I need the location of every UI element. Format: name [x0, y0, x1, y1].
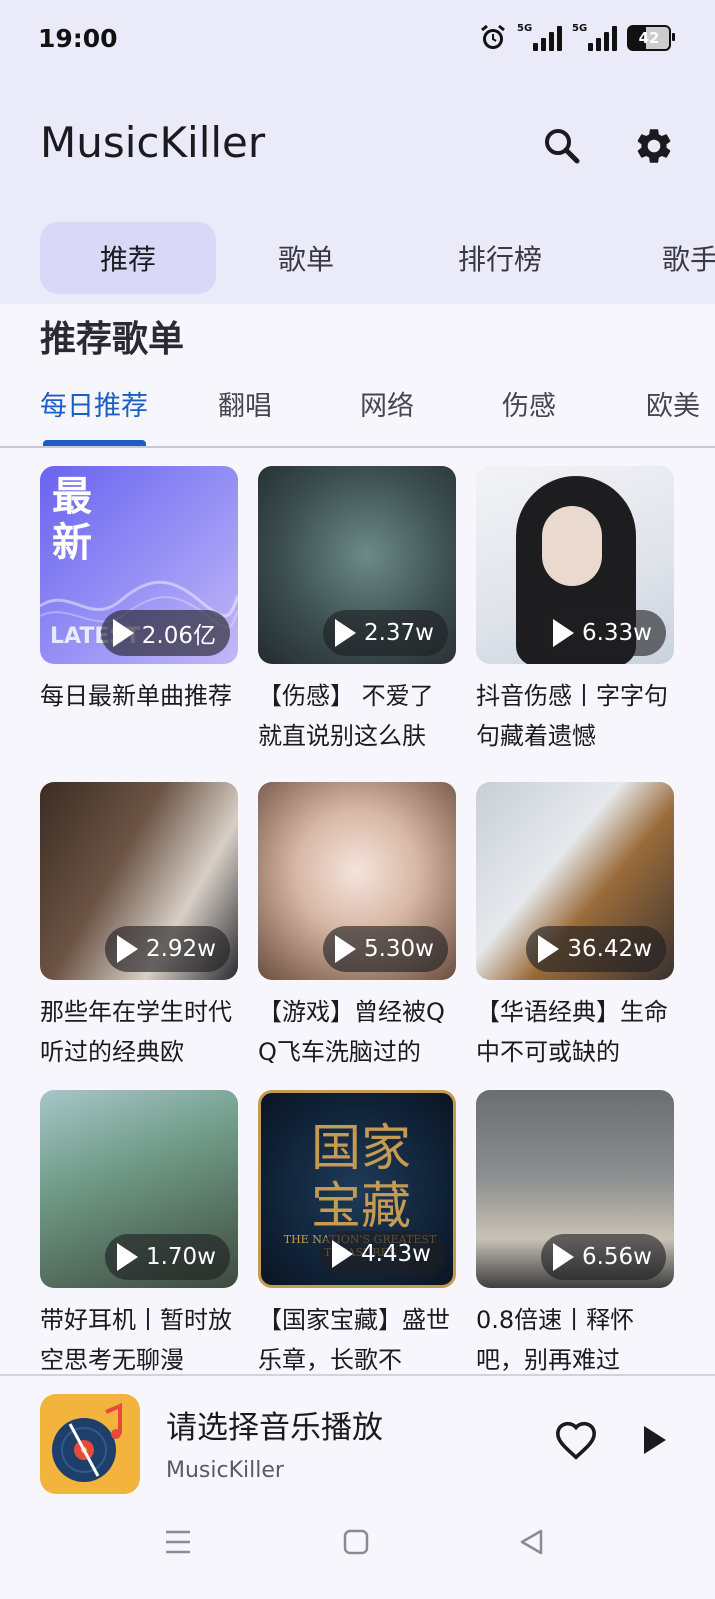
- subtab-divider: [0, 446, 715, 448]
- home-square-icon: [343, 1529, 369, 1555]
- playlist-cover: 6.56w: [476, 1090, 674, 1288]
- player-title: 请选择音乐播放: [166, 1410, 383, 1446]
- playlist-card[interactable]: 5.30w 【游戏】曾经被QQ飞车洗脑过的: [258, 782, 456, 1072]
- system-nav-bar: [0, 1500, 715, 1599]
- recent-apps-button[interactable]: [162, 1526, 194, 1558]
- status-icons: 5G 5G 42: [479, 23, 675, 52]
- playlist-cover: 1.70w: [40, 1090, 238, 1288]
- cellular-signal-1-icon: 5G: [517, 23, 562, 51]
- play-count: 36.42w: [567, 936, 652, 962]
- playlist-card[interactable]: 36.42w 【华语经典】生命中不可或缺的: [476, 782, 674, 1072]
- gear-icon: [637, 129, 671, 163]
- play-count: 1.70w: [145, 1244, 216, 1270]
- settings-button[interactable]: [628, 120, 680, 172]
- play-count-badge: 1.70w: [104, 1234, 230, 1280]
- play-count-badge: 6.56w: [540, 1234, 666, 1280]
- search-icon: [545, 129, 580, 164]
- battery-level: 42: [638, 29, 660, 47]
- playlist-title: 0.8倍速丨释怀吧，别再难过: [476, 1306, 635, 1374]
- home-button[interactable]: [340, 1526, 372, 1558]
- top-tabs: 推荐 歌单 排行榜 歌手: [0, 214, 715, 304]
- play-icon: [334, 619, 356, 647]
- playlist-title: 【伤感】 不爱了就直说别这么肤: [258, 682, 434, 750]
- subtab-sad[interactable]: 伤感: [502, 384, 556, 423]
- app-bar: MusicKiller: [0, 84, 715, 214]
- playlist-cover: 6.33w: [476, 466, 674, 664]
- subtab-cover[interactable]: 翻唱: [218, 384, 272, 423]
- playlist-title: 【游戏】曾经被QQ飞车洗脑过的: [258, 998, 445, 1066]
- playlist-title: 带好耳机丨暂时放空思考无聊漫: [40, 1306, 232, 1374]
- play-count: 2.92w: [145, 936, 216, 962]
- playlist-card[interactable]: 2.37w 【伤感】 不爱了就直说别这么肤: [258, 466, 456, 756]
- playlist-card[interactable]: 6.56w 0.8倍速丨释怀吧，别再难过: [476, 1090, 674, 1380]
- status-bar: 19:00 5G 5G 42: [0, 0, 715, 84]
- tab-playlists[interactable]: 歌单: [234, 222, 378, 294]
- player-artwork[interactable]: [40, 1394, 140, 1494]
- play-icon: [552, 619, 574, 647]
- play-count-badge: 2.06亿: [100, 610, 230, 656]
- playlist-card[interactable]: 国家宝藏 THE NATION'S GREATEST TREASURES 4.4…: [258, 1090, 456, 1380]
- play-count-badge: 36.42w: [526, 926, 666, 972]
- play-button[interactable]: [626, 1412, 682, 1468]
- subtab-daily[interactable]: 每日推荐: [40, 384, 148, 423]
- alarm-icon: [481, 24, 505, 49]
- playlist-cover: 最新 LATEST 2.06亿: [40, 466, 238, 664]
- section-title: 推荐歌单: [40, 319, 185, 360]
- play-icon: [538, 935, 560, 963]
- menu-icon: [166, 1530, 190, 1554]
- cover-label: 国家宝藏: [311, 1119, 411, 1235]
- sub-tabs: 每日推荐 翻唱 网络 伤感 欧美: [0, 376, 715, 446]
- play-count: 6.33w: [581, 620, 652, 646]
- subtab-network[interactable]: 网络: [360, 384, 414, 423]
- play-icon: [116, 935, 138, 963]
- back-triangle-icon: [520, 1529, 543, 1555]
- playlist-title: 那些年在学生时代听过的经典欧: [40, 998, 232, 1066]
- playlist-cover: 2.92w: [40, 782, 238, 980]
- heart-icon: [555, 1421, 597, 1460]
- vinyl-record-icon: [52, 1402, 122, 1482]
- subtab-western[interactable]: 欧美: [646, 384, 700, 423]
- playlist-card[interactable]: 最新 LATEST 2.06亿 每日最新单曲推荐: [40, 466, 238, 756]
- playlist-cover: 国家宝藏 THE NATION'S GREATEST TREASURES 4.4…: [258, 1090, 456, 1288]
- playlist-card[interactable]: 6.33w 抖音伤感丨字字句句藏着遗憾: [476, 466, 674, 756]
- playlist-cover: 2.37w: [258, 466, 456, 664]
- battery-icon: 42: [627, 25, 675, 51]
- playlist-cover: 36.42w: [476, 782, 674, 980]
- search-button[interactable]: [536, 120, 588, 172]
- play-count: 2.06亿: [141, 623, 216, 649]
- play-count: 5.30w: [363, 936, 434, 962]
- play-icon: [552, 1243, 574, 1271]
- play-count-badge: 6.33w: [540, 610, 666, 656]
- tab-recommend[interactable]: 推荐: [40, 222, 216, 294]
- play-icon: [331, 1240, 353, 1268]
- favorite-button[interactable]: [548, 1412, 604, 1468]
- play-icon: [112, 619, 134, 647]
- player-subtitle: MusicKiller: [166, 1458, 284, 1483]
- play-count-badge: 5.30w: [322, 926, 448, 972]
- play-count-badge: 4.43w: [319, 1231, 445, 1277]
- mini-player[interactable]: 请选择音乐播放 MusicKiller: [0, 1374, 715, 1502]
- playlist-title: 抖音伤感丨字字句句藏着遗憾: [476, 682, 668, 750]
- cellular-signal-2-icon: 5G: [572, 23, 617, 51]
- playlist-card[interactable]: 2.92w 那些年在学生时代听过的经典欧: [40, 782, 238, 1072]
- app-title: MusicKiller: [40, 118, 266, 167]
- portrait-face: [542, 506, 602, 586]
- play-count: 4.43w: [360, 1241, 431, 1267]
- playlist-card[interactable]: 1.70w 带好耳机丨暂时放空思考无聊漫: [40, 1090, 238, 1380]
- play-count-badge: 2.37w: [322, 610, 448, 656]
- status-time: 19:00: [38, 24, 118, 53]
- play-icon: [334, 935, 356, 963]
- back-button[interactable]: [516, 1526, 548, 1558]
- play-count: 2.37w: [363, 620, 434, 646]
- playlist-title: 【华语经典】生命中不可或缺的: [476, 998, 668, 1066]
- playlist-cover: 5.30w: [258, 782, 456, 980]
- tab-artists[interactable]: 歌手: [630, 222, 715, 294]
- playlist-title: 【国家宝藏】盛世乐章，长歌不: [258, 1306, 450, 1374]
- tab-charts[interactable]: 排行榜: [422, 222, 578, 294]
- play-icon: [116, 1243, 138, 1271]
- play-icon: [644, 1426, 666, 1454]
- play-count-badge: 2.92w: [104, 926, 230, 972]
- playlist-title: 每日最新单曲推荐: [40, 682, 232, 710]
- play-count: 6.56w: [581, 1244, 652, 1270]
